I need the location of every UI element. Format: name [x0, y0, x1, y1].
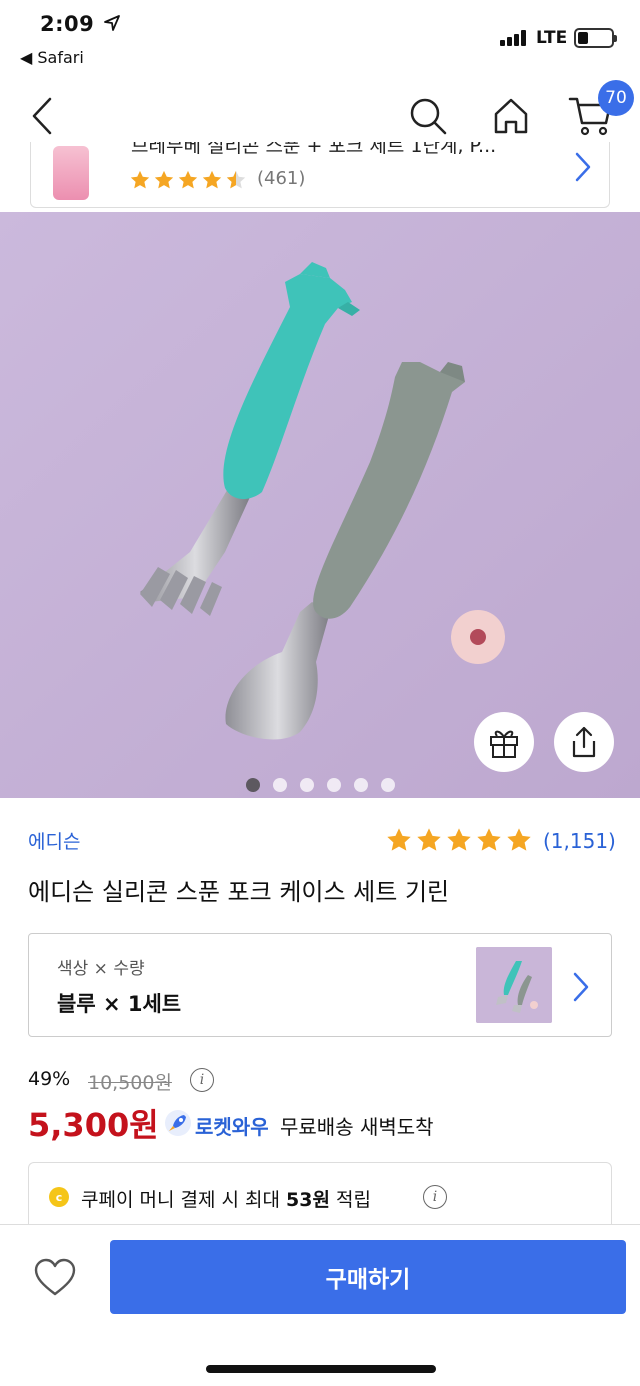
sale-price: 5,300원: [28, 1106, 159, 1144]
rocket-icon: [165, 1110, 191, 1136]
star-icon: [154, 170, 174, 189]
star-icon: [202, 170, 222, 189]
chevron-left-icon: [32, 97, 52, 135]
home-button[interactable]: [489, 94, 533, 138]
chevron-right-icon: [575, 152, 591, 182]
brand-link[interactable]: 에디슨: [28, 827, 80, 854]
coupay-coin-icon: c: [49, 1187, 69, 1207]
star-half-icon: [226, 170, 246, 189]
option-selector[interactable]: 색상 × 수량 블루 × 1세트: [28, 933, 612, 1037]
option-label: 색상 × 수량: [57, 959, 145, 979]
review-count-link[interactable]: (1,151): [543, 829, 616, 853]
star-icon: [387, 828, 411, 851]
product-photo: [0, 212, 640, 798]
carousel-dot[interactable]: [380, 778, 395, 792]
info-icon[interactable]: i: [423, 1185, 447, 1209]
buy-button[interactable]: 구매하기: [110, 1240, 626, 1314]
status-time: 2:09: [40, 12, 95, 36]
app-root: 2:09 ◀ Safari LTE 70 브레부베 실리콘 스푼 + 포크 세트…: [0, 0, 640, 1386]
star-icon: [417, 828, 441, 851]
star-icon: [507, 828, 531, 851]
related-product-thumbnail: [53, 146, 89, 200]
share-button[interactable]: [554, 712, 614, 772]
cash-reward-suffix: 적립: [329, 1189, 371, 1211]
delivery-info: 무료배송 새벽도착: [280, 1115, 434, 1139]
signal-icon: [500, 30, 526, 46]
bottom-action-bar: 구매하기: [0, 1224, 640, 1386]
star-icon: [178, 170, 198, 189]
location-arrow-icon: [104, 15, 120, 31]
cash-reward-amount: 53원: [286, 1189, 330, 1211]
star-icon: [477, 828, 501, 851]
home-indicator[interactable]: [206, 1365, 436, 1373]
gift-button[interactable]: [474, 712, 534, 772]
home-icon: [494, 98, 528, 134]
back-button[interactable]: [22, 92, 62, 140]
carousel-indicator: [0, 778, 640, 792]
share-icon: [572, 726, 596, 758]
related-review-count: (461): [257, 168, 306, 189]
back-to-safari[interactable]: ◀ Safari: [20, 48, 84, 67]
rocket-delivery-label: 로켓와우: [195, 1115, 269, 1139]
star-icon: [130, 170, 150, 189]
discount-rate: 49%: [28, 1068, 71, 1090]
carousel-dot[interactable]: [245, 778, 260, 792]
cash-reward-text: 쿠페이 머니 결제 시 최대 53원 적립: [81, 1185, 371, 1212]
carousel-dot[interactable]: [272, 778, 287, 792]
chevron-right-icon: [573, 972, 589, 1002]
star-icon: [447, 828, 471, 851]
original-price: 10,500원: [88, 1072, 172, 1094]
search-button[interactable]: [406, 94, 450, 138]
network-type: LTE: [536, 28, 568, 48]
related-product-bar[interactable]: 브레부베 실리콘 스푼 + 포크 세트 1단계, P... (461): [30, 142, 610, 208]
related-rating-stars: [129, 169, 247, 191]
search-icon: [410, 98, 447, 135]
related-product-title: 브레부베 실리콘 스푼 + 포크 세트 1단계, P...: [131, 142, 497, 157]
carousel-dot[interactable]: [299, 778, 314, 792]
carousel-dot[interactable]: [326, 778, 341, 792]
product-rating-stars[interactable]: [385, 826, 533, 854]
product-title: 에디슨 실리콘 스푼 포크 케이스 세트 기린: [28, 878, 450, 906]
product-image-carousel[interactable]: [0, 212, 640, 798]
cash-reward-prefix: 쿠페이 머니 결제 시 최대: [81, 1189, 286, 1211]
info-icon[interactable]: i: [190, 1068, 214, 1092]
cart-count-badge[interactable]: 70: [598, 80, 634, 116]
battery-icon: [574, 28, 617, 48]
option-thumbnail: [476, 947, 552, 1023]
carousel-dot[interactable]: [353, 778, 368, 792]
option-value: 블루 × 1세트: [57, 992, 182, 1016]
gift-icon: [490, 730, 518, 758]
heart-icon: [34, 1258, 76, 1296]
wishlist-button[interactable]: [30, 1255, 80, 1301]
